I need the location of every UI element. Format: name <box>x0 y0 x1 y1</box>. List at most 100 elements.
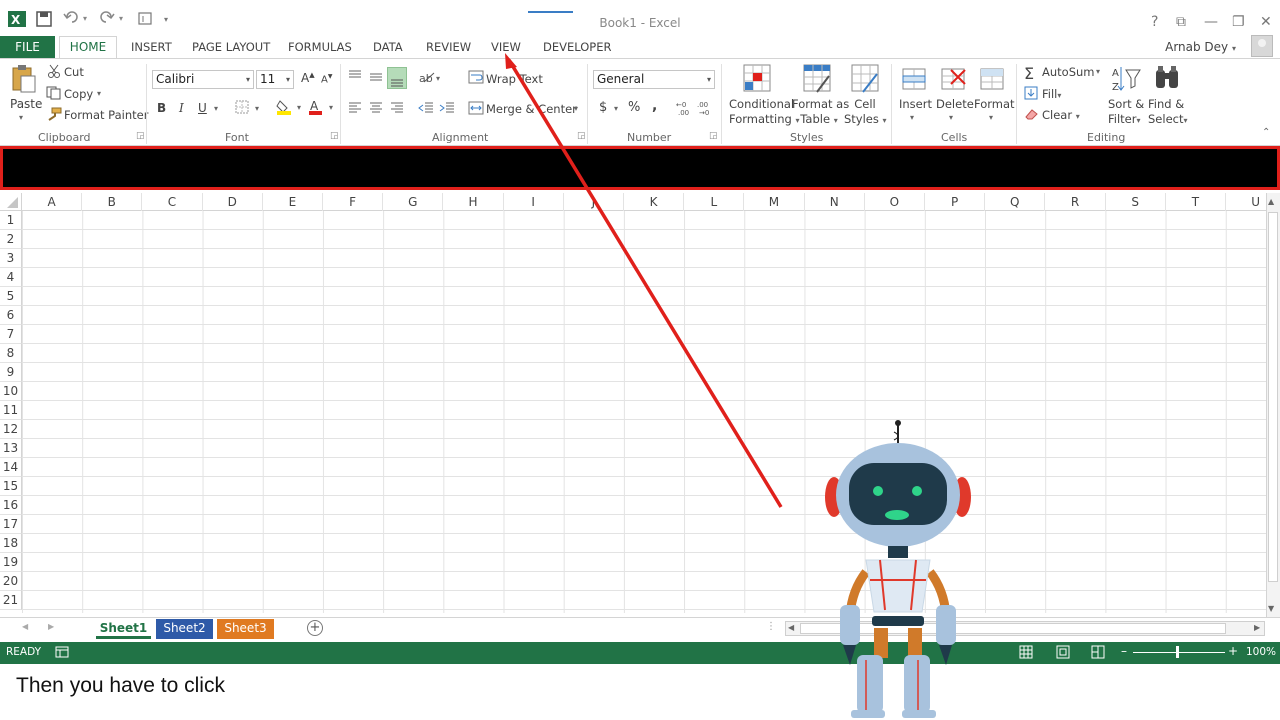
prev-sheet-icon[interactable]: ◀ <box>22 622 28 631</box>
scroll-left-icon[interactable]: ◀ <box>788 623 794 632</box>
next-sheet-icon[interactable]: ▶ <box>48 622 54 631</box>
row-header[interactable]: 14 <box>0 458 22 477</box>
close-button[interactable]: ✕ <box>1260 14 1272 30</box>
underline-button[interactable]: U <box>198 101 207 115</box>
column-header[interactable]: R <box>1045 193 1106 211</box>
merge-dropdown-icon[interactable]: ▾ <box>574 104 578 113</box>
paste-dropdown-icon[interactable]: ▾ <box>19 113 23 122</box>
column-header[interactable]: D <box>203 193 263 211</box>
row-header[interactable]: 3 <box>0 249 22 268</box>
row-header[interactable]: 11 <box>0 401 22 420</box>
zoom-in-icon[interactable]: + <box>1228 644 1238 658</box>
column-header[interactable]: G <box>383 193 444 211</box>
fill-color-icon[interactable]: ▾ <box>276 99 306 118</box>
row-header[interactable]: 13 <box>0 439 22 458</box>
zoom-level[interactable]: 100% <box>1246 646 1276 658</box>
column-header[interactable]: C <box>142 193 203 211</box>
autosum-dropdown-icon[interactable]: ▾ <box>1096 67 1100 76</box>
fill-button[interactable]: Fill▾ <box>1042 87 1061 101</box>
clipboard-dialog-launcher-icon[interactable]: ◲ <box>136 131 145 141</box>
column-header[interactable]: E <box>263 193 323 211</box>
column-header[interactable]: I <box>504 193 564 211</box>
increase-font-size-icon[interactable]: A▲ <box>301 71 315 85</box>
align-center-icon[interactable] <box>368 101 384 118</box>
format-as-table-button[interactable]: Format as Table ▾ <box>792 97 849 128</box>
column-header[interactable]: P <box>925 193 986 211</box>
decrease-font-size-icon[interactable]: A▼ <box>321 73 332 85</box>
row-header[interactable]: 19 <box>0 553 22 572</box>
row-header[interactable]: 18 <box>0 534 22 553</box>
font-name-select[interactable]: Calibri ▾ <box>152 70 254 89</box>
conditional-formatting-button[interactable]: Conditional Formatting ▾ <box>729 97 800 128</box>
currency-button[interactable]: $ <box>599 100 607 115</box>
comma-style-button[interactable]: , <box>652 98 657 114</box>
row-header[interactable]: 6 <box>0 306 22 325</box>
cut-button[interactable]: Cut <box>64 65 84 79</box>
tab-page-layout[interactable]: PAGE LAYOUT <box>192 40 270 54</box>
tab-home[interactable]: HOME <box>59 36 117 59</box>
alignment-dialog-launcher-icon[interactable]: ◲ <box>577 131 586 141</box>
column-header[interactable]: N <box>805 193 865 211</box>
merge-center-button[interactable]: Merge & Center <box>486 102 577 116</box>
minimize-button[interactable]: — <box>1204 14 1218 30</box>
copy-dropdown-icon[interactable]: ▾ <box>97 89 101 98</box>
tab-view[interactable]: VIEW <box>491 40 521 54</box>
column-header[interactable]: T <box>1166 193 1226 211</box>
zoom-slider-thumb[interactable] <box>1176 646 1179 658</box>
tab-file[interactable]: FILE <box>0 36 55 58</box>
decrease-indent-icon[interactable] <box>418 101 434 118</box>
find-select-button[interactable]: Find & Select▾ <box>1148 97 1188 128</box>
underline-dropdown-icon[interactable]: ▾ <box>214 104 218 113</box>
row-header[interactable]: 7 <box>0 325 22 344</box>
delete-dropdown-icon[interactable]: ▾ <box>949 113 953 122</box>
number-dialog-launcher-icon[interactable]: ◲ <box>709 131 718 141</box>
font-dialog-launcher-icon[interactable]: ◲ <box>330 131 339 141</box>
zoom-out-icon[interactable]: – <box>1121 644 1127 658</box>
row-header[interactable]: 1 <box>0 211 22 230</box>
orientation-icon[interactable]: ab ▾ <box>418 70 444 87</box>
collapse-ribbon-icon[interactable]: ⌃ <box>1262 127 1270 138</box>
column-header[interactable]: H <box>443 193 504 211</box>
currency-dropdown-icon[interactable]: ▾ <box>614 104 618 113</box>
macro-record-icon[interactable] <box>55 645 69 662</box>
wrap-text-button[interactable]: Wrap Text <box>486 72 543 86</box>
column-header[interactable]: K <box>624 193 685 211</box>
percent-button[interactable]: % <box>628 100 640 115</box>
align-middle-icon[interactable] <box>368 69 384 86</box>
worksheet-grid[interactable]: A B C D E F G H I J K L M N O P Q R S T U 1 2 3 4 5 6 7 8 9 10 11 12 13 14… <box>0 193 1266 613</box>
normal-view-icon[interactable] <box>1019 645 1033 662</box>
page-break-view-icon[interactable] <box>1091 645 1105 662</box>
row-header[interactable]: 2 <box>0 230 22 249</box>
decrease-decimal-icon[interactable]: .00 →0 <box>697 100 715 119</box>
column-header[interactable]: L <box>684 193 745 211</box>
paste-icon[interactable] <box>10 64 38 97</box>
add-sheet-button[interactable]: + <box>307 620 323 636</box>
scroll-up-icon[interactable]: ▲ <box>1268 197 1274 206</box>
zoom-slider-track[interactable] <box>1133 652 1225 653</box>
copy-button[interactable]: Copy <box>64 87 93 101</box>
format-painter-button[interactable]: Format Painter <box>64 108 148 122</box>
column-header[interactable]: J <box>564 193 624 211</box>
avatar[interactable] <box>1251 35 1273 57</box>
maximize-button[interactable]: ❐ <box>1232 14 1245 30</box>
cell-area[interactable] <box>22 211 1266 613</box>
autosum-button[interactable]: AutoSum <box>1042 65 1095 79</box>
scroll-right-icon[interactable]: ▶ <box>1254 623 1260 632</box>
user-name[interactable]: Arnab Dey ▾ <box>1165 40 1236 54</box>
format-dropdown-icon[interactable]: ▾ <box>989 113 993 122</box>
row-header[interactable]: 5 <box>0 287 22 306</box>
column-header[interactable]: M <box>744 193 805 211</box>
help-button[interactable]: ? <box>1151 14 1158 30</box>
select-all-corner[interactable] <box>0 193 22 211</box>
column-header[interactable]: F <box>323 193 384 211</box>
row-header[interactable]: 16 <box>0 496 22 515</box>
sheet-tab-sheet3[interactable]: Sheet3 <box>217 619 274 639</box>
row-header[interactable]: 4 <box>0 268 22 287</box>
column-header[interactable]: U <box>1226 193 1266 211</box>
align-bottom-icon[interactable] <box>387 67 407 89</box>
ribbon-display-options-button[interactable]: ⧉ <box>1176 14 1186 30</box>
row-header[interactable]: 15 <box>0 477 22 496</box>
column-header[interactable]: B <box>82 193 143 211</box>
row-header[interactable]: 20 <box>0 572 22 591</box>
align-left-icon[interactable] <box>347 101 363 118</box>
